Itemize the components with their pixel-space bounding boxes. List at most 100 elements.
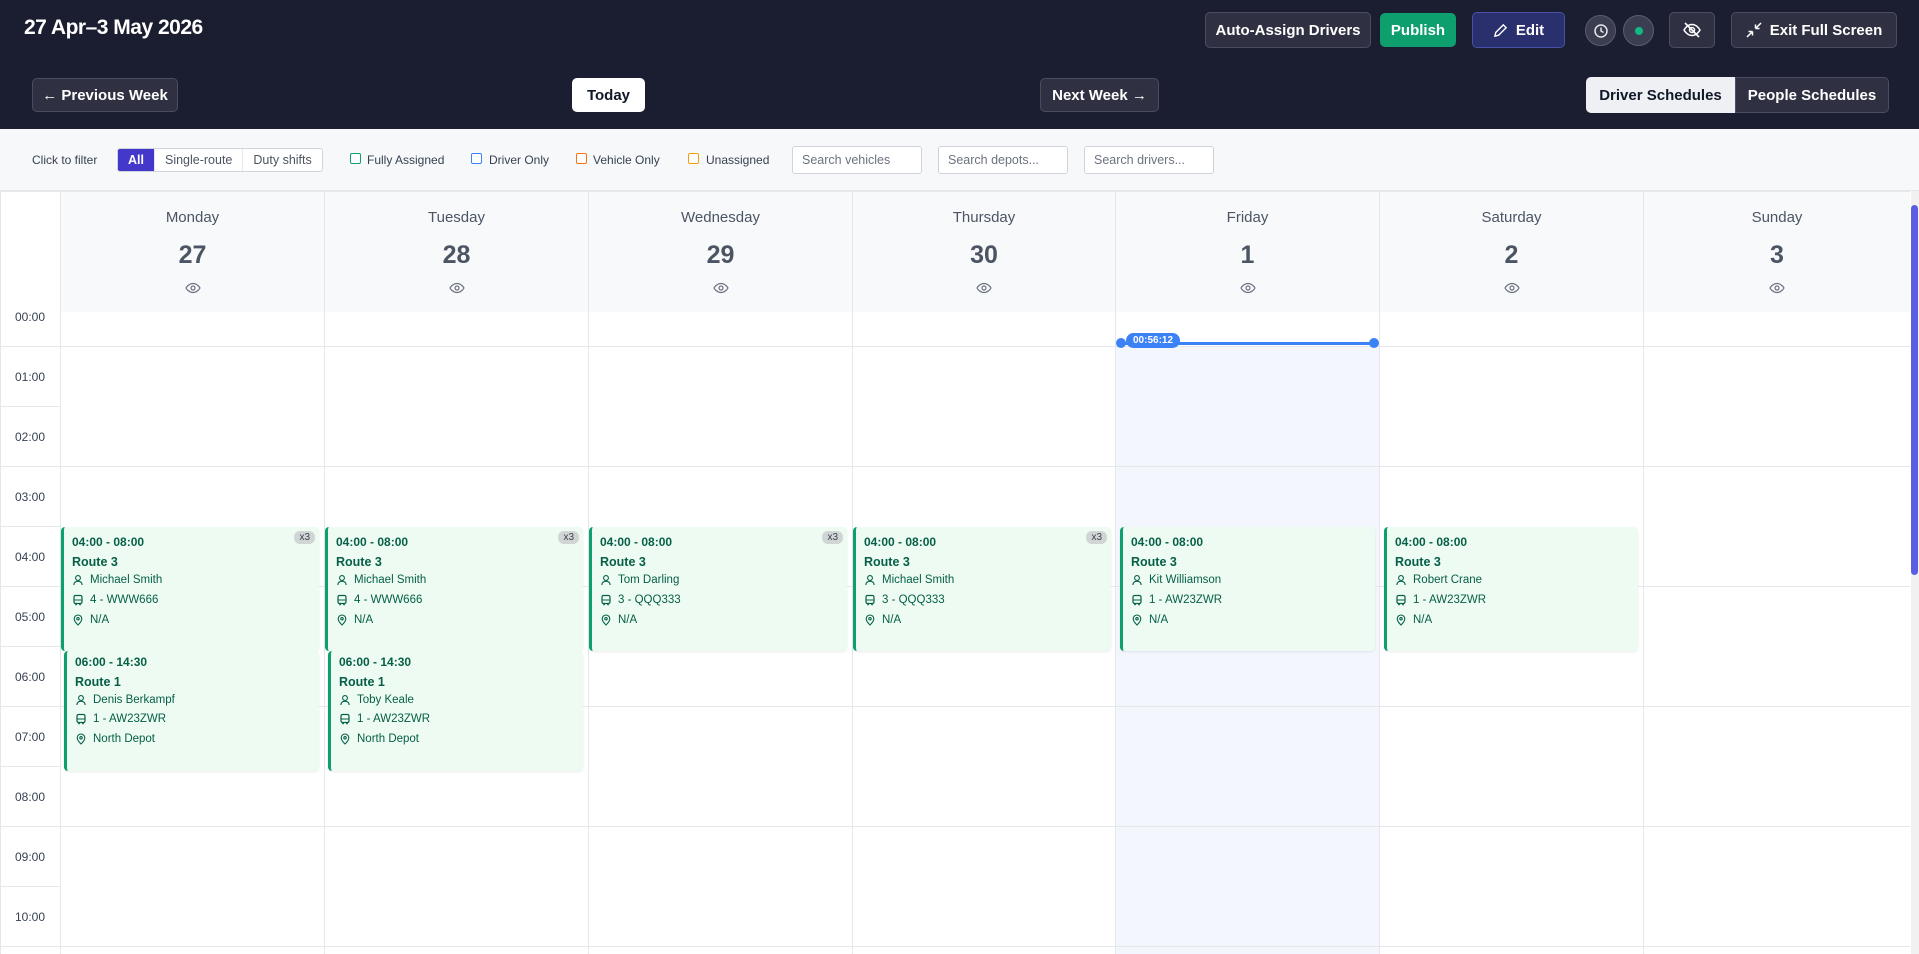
unassigned-label[interactable]: Unassigned	[706, 153, 769, 167]
time-label: 03:00	[15, 490, 46, 504]
day-header-monday: Monday 27	[61, 192, 325, 312]
search-drivers-input[interactable]	[1084, 146, 1214, 174]
event-route: Route 3	[336, 555, 382, 569]
event-depot-row: North Depot	[75, 733, 155, 745]
event-depot-row: N/A	[336, 614, 373, 626]
event-vehicle: 4 - WWW666	[90, 594, 159, 606]
day-number: 1	[1240, 241, 1255, 269]
vehicle-only-checkbox[interactable]	[576, 153, 587, 164]
filter-single-route-button[interactable]: Single-route	[155, 149, 244, 171]
event-vehicle-row: 1 - AW23ZWR	[339, 713, 430, 725]
current-time-dot	[1369, 338, 1379, 348]
event-count-badge: x3	[1086, 531, 1107, 544]
eye-icon[interactable]	[1769, 282, 1785, 294]
schedule-event[interactable]: 04:00 - 08:00 x3 Route 3 Michael Smith 4…	[325, 527, 583, 651]
bus-icon	[72, 594, 84, 606]
time-label: 09:00	[15, 850, 46, 864]
event-vehicle: 3 - QQQ333	[618, 594, 681, 606]
status-toggle-button[interactable]	[1623, 15, 1654, 46]
day-number: 3	[1770, 241, 1784, 269]
user-icon	[339, 694, 351, 706]
today-button[interactable]: Today	[572, 78, 645, 112]
day-name: Tuesday	[428, 209, 485, 226]
edit-button[interactable]: Edit	[1472, 12, 1565, 48]
unassigned-checkbox[interactable]	[688, 153, 699, 164]
event-driver-row: Michael Smith	[864, 574, 954, 586]
page-title: 27 Apr–3 May 2026	[24, 16, 203, 39]
time-label: 00:00	[15, 310, 46, 324]
time-label: 02:00	[15, 430, 46, 444]
fully-assigned-checkbox[interactable]	[350, 153, 361, 164]
event-count-badge: x3	[822, 531, 843, 544]
event-vehicle: 1 - AW23ZWR	[1413, 594, 1487, 606]
schedule-event[interactable]: 06:00 - 14:30 Route 1 Toby Keale 1 - AW2…	[328, 651, 583, 771]
filter-duty-shifts-button[interactable]: Duty shifts	[243, 149, 321, 171]
scrollbar-thumb[interactable]	[1911, 205, 1918, 575]
eye-icon[interactable]	[449, 282, 465, 294]
time-label: 07:00	[15, 730, 46, 744]
people-schedules-tab[interactable]: People Schedules	[1735, 77, 1889, 113]
day-name: Thursday	[952, 209, 1016, 226]
event-vehicle: 1 - AW23ZWR	[1149, 594, 1223, 606]
driver-only-label[interactable]: Driver Only	[489, 153, 549, 167]
previous-week-button[interactable]: ← Previous Week	[32, 78, 178, 112]
time-label: 01:00	[15, 370, 46, 384]
user-icon	[864, 574, 876, 586]
time-label: 04:00	[15, 550, 46, 564]
schedule-event[interactable]: 06:00 - 14:30 Route 1 Denis Berkampf 1 -…	[64, 651, 319, 771]
publish-button[interactable]: Publish	[1380, 13, 1456, 47]
eye-icon[interactable]	[1240, 282, 1256, 294]
eye-icon[interactable]	[185, 282, 201, 294]
event-depot-row: N/A	[1395, 614, 1432, 626]
vehicle-only-label[interactable]: Vehicle Only	[593, 153, 660, 167]
event-vehicle-row: 1 - AW23ZWR	[1131, 594, 1222, 606]
clock-button[interactable]	[1585, 15, 1616, 46]
bus-icon	[1395, 594, 1407, 606]
eye-icon[interactable]	[976, 282, 992, 294]
day-header-tuesday: Tuesday 28	[325, 192, 589, 312]
time-column: 00:00 01:00 02:00 03:00 04:00 05:00 06:0…	[1, 192, 61, 954]
bus-icon	[1131, 594, 1143, 606]
current-time-label: 00:56:12	[1126, 333, 1181, 348]
event-count-badge: x3	[558, 531, 579, 544]
event-vehicle: 4 - WWW666	[354, 594, 423, 606]
driver-schedules-tab[interactable]: Driver Schedules	[1586, 77, 1735, 113]
schedule-event[interactable]: 04:00 - 08:00 Route 3 Kit Williamson 1 -…	[1120, 527, 1375, 651]
previous-week-label: ← Previous Week	[42, 86, 168, 104]
event-time: 06:00 - 14:30	[339, 655, 412, 669]
event-vehicle-row: 3 - QQQ333	[600, 594, 681, 606]
schedule-event[interactable]: 04:00 - 08:00 x3 Route 3 Michael Smith 3…	[853, 527, 1111, 651]
hide-button[interactable]	[1669, 12, 1715, 48]
eye-icon[interactable]	[1504, 282, 1520, 294]
filter-all-button[interactable]: All	[118, 149, 155, 171]
day-number: 2	[1504, 241, 1519, 269]
schedule-event[interactable]: 04:00 - 08:00 Route 3 Robert Crane 1 - A…	[1384, 527, 1638, 651]
schedule-event[interactable]: 04:00 - 08:00 x3 Route 3 Tom Darling 3 -…	[589, 527, 847, 651]
event-depot-row: N/A	[600, 614, 637, 626]
event-route: Route 3	[1395, 555, 1441, 569]
auto-assign-drivers-button[interactable]: Auto-Assign Drivers	[1205, 12, 1371, 48]
eye-icon[interactable]	[713, 282, 729, 294]
next-week-label: Next Week →	[1052, 86, 1147, 104]
top-bar: 27 Apr–3 May 2026 Auto-Assign Drivers Pu…	[0, 0, 1919, 129]
event-vehicle-row: 1 - AW23ZWR	[75, 713, 166, 725]
day-name: Monday	[165, 209, 220, 226]
event-driver-row: Toby Keale	[339, 694, 414, 706]
fully-assigned-label[interactable]: Fully Assigned	[367, 153, 444, 167]
day-header-thursday: Thursday 30	[853, 192, 1116, 312]
event-route: Route 1	[339, 675, 385, 689]
status-dot-icon	[1634, 26, 1643, 35]
event-depot: North Depot	[357, 733, 420, 745]
day-number: 27	[178, 241, 207, 269]
day-number: 28	[442, 241, 471, 269]
bus-icon	[864, 594, 876, 606]
search-depots-input[interactable]	[938, 146, 1068, 174]
exit-full-screen-button[interactable]: Exit Full Screen	[1731, 12, 1897, 48]
event-driver-row: Michael Smith	[72, 574, 162, 586]
search-vehicles-input[interactable]	[792, 146, 922, 174]
event-vehicle: 1 - AW23ZWR	[357, 713, 431, 725]
event-depot: North Depot	[93, 733, 156, 745]
schedule-event[interactable]: 04:00 - 08:00 x3 Route 3 Michael Smith 4…	[61, 527, 319, 651]
next-week-button[interactable]: Next Week →	[1040, 78, 1159, 112]
driver-only-checkbox[interactable]	[471, 153, 482, 164]
